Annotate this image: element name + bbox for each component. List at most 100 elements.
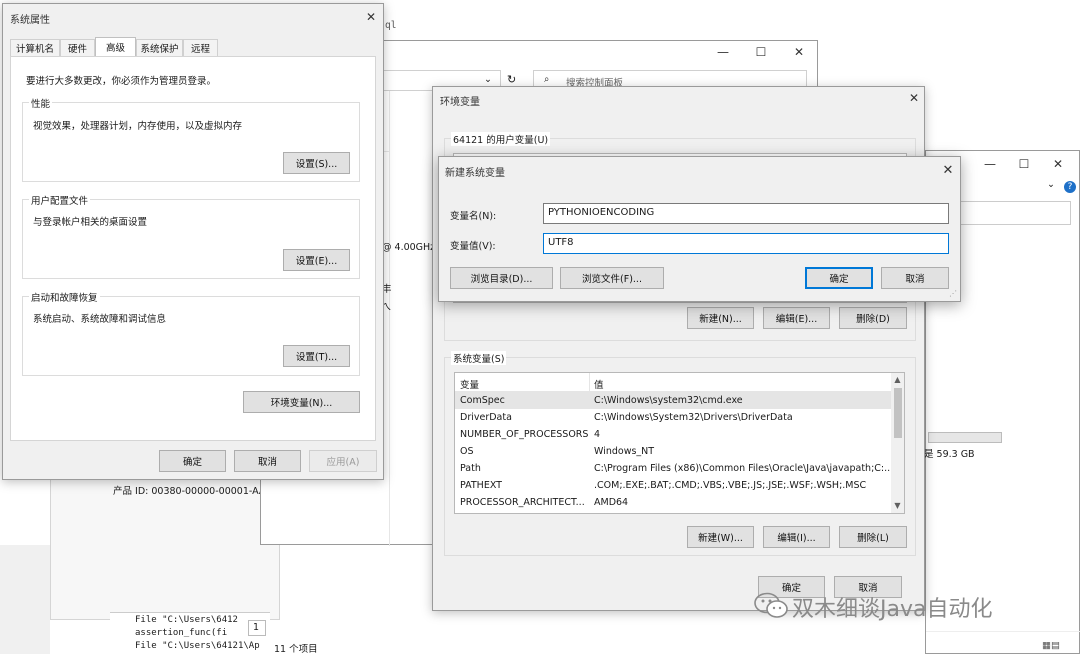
status-bar: ▦▤ [926, 631, 1080, 655]
startup-recovery-group: 启动和故障恢复 系统启动、系统故障和调试信息 设置(T)... [22, 290, 360, 376]
variable-value-cell: C:\Windows\system32\cmd.exe [594, 395, 743, 406]
maximize-icon[interactable]: ☐ [1012, 155, 1036, 173]
minimize-icon[interactable]: — [978, 155, 1002, 173]
tab-system-protection[interactable]: 系统保护 [136, 39, 183, 56]
resize-grip-icon[interactable]: ⋰ [949, 289, 957, 298]
variable-name-cell: OS [460, 446, 474, 457]
table-row[interactable]: ComSpec C:\Windows\system32\cmd.exe [455, 392, 891, 409]
product-id-text: 产品 ID: 00380-00000-00001-AA936 [113, 486, 284, 497]
maximize-icon[interactable]: ☐ [749, 43, 773, 61]
startup-settings-button[interactable]: 设置(T)... [283, 345, 350, 367]
tab-panel: 要进行大多数更改，你必须作为管理员登录。 性能 视觉效果，处理器计划，内存使用，… [10, 56, 376, 441]
chevron-down-icon[interactable]: ⌄ [484, 74, 492, 85]
column-divider[interactable] [589, 373, 590, 392]
system-delete-button[interactable]: 删除(L) [839, 526, 907, 548]
minimize-icon[interactable]: — [711, 43, 735, 61]
dialog-title: 新建系统变量 [445, 168, 505, 179]
variable-name-cell: DriverData [460, 412, 512, 423]
system-edit-button[interactable]: 编辑(I)... [763, 526, 830, 548]
performance-label: 性能 [29, 96, 53, 110]
table-row[interactable]: NUMBER_OF_PROCESSORS 4 [455, 426, 891, 443]
dialog-title: 环境变量 [440, 97, 480, 108]
performance-group: 性能 视觉效果，处理器计划，内存使用，以及虚拟内存 设置(S)... [22, 96, 360, 182]
user-profiles-label: 用户配置文件 [29, 193, 91, 207]
variable-value-input[interactable]: UTF8 [543, 233, 949, 254]
help-icon[interactable]: ? [1064, 181, 1076, 193]
apply-button: 应用(A) [309, 450, 377, 472]
refresh-icon[interactable]: ↻ [507, 73, 516, 86]
variable-name-cell: PATHEXT [460, 480, 502, 491]
system-variables-label: 系统变量(S) [451, 351, 507, 365]
table-row[interactable]: PROCESSOR_ARCHITECT... AMD64 [455, 494, 891, 511]
right-input[interactable] [956, 201, 1071, 225]
system-properties-dialog: 系统属性 ✕ 计算机名 硬件 高级 系统保护 远程 要进行大多数更改，你必须作为… [2, 3, 384, 480]
small-value-box: 1 [248, 620, 266, 636]
disk-free-text: 是 59.3 GB [924, 449, 975, 460]
wechat-icon [754, 592, 788, 618]
sidebar-divider [389, 91, 390, 546]
scrollbar-thumb[interactable] [894, 388, 902, 438]
tab-computer-name[interactable]: 计算机名 [10, 39, 60, 56]
variable-value-cell: C:\Windows\System32\Drivers\DriverData [594, 412, 793, 423]
tab-advanced[interactable]: 高级 [95, 37, 136, 56]
performance-desc: 视觉效果，处理器计划，内存使用，以及虚拟内存 [33, 121, 243, 132]
cpu-speed-text: @ 4.00GHz [382, 242, 436, 253]
table-row[interactable]: DriverData C:\Windows\System32\Drivers\Dr… [455, 409, 891, 426]
cancel-button[interactable]: 取消 [881, 267, 949, 289]
user-new-button[interactable]: 新建(N)... [687, 307, 754, 329]
table-row[interactable]: Path C:\Program Files (x86)\Common Files\… [455, 460, 893, 477]
close-icon[interactable]: ✕ [936, 161, 960, 179]
startup-recovery-label: 启动和故障恢复 [29, 290, 100, 304]
user-profiles-settings-button[interactable]: 设置(E)... [283, 249, 350, 271]
system-new-button[interactable]: 新建(W)... [687, 526, 754, 548]
console-line-2: assertion_func(fi [135, 628, 228, 638]
user-profiles-desc: 与登录帐户相关的桌面设置 [33, 217, 148, 228]
ok-button[interactable]: 确定 [805, 267, 873, 289]
admin-note: 要进行大多数更改，你必须作为管理员登录。 [26, 76, 217, 87]
scroll-up-icon[interactable]: ▲ [891, 373, 904, 386]
scroll-down-icon[interactable]: ▼ [891, 499, 904, 512]
table-row[interactable]: OS Windows_NT [455, 443, 891, 460]
tab-remote[interactable]: 远程 [183, 39, 218, 56]
chevron-down-icon[interactable]: ⌄ [1047, 179, 1055, 190]
close-icon[interactable]: ✕ [902, 89, 926, 107]
close-icon[interactable]: ✕ [359, 8, 383, 26]
item-count-text: 11 个项目 [274, 644, 318, 655]
browse-directory-button[interactable]: 浏览目录(D)... [450, 267, 553, 289]
watermark: 双木细谈Java自动化 [752, 586, 1052, 626]
list-header: 变量 值 [455, 373, 891, 392]
variable-name-cell: PROCESSOR_ARCHITECT... [460, 497, 585, 508]
user-profiles-group: 用户配置文件 与登录帐户相关的桌面设置 设置(E)... [22, 193, 360, 279]
background-left-gray [0, 545, 50, 654]
browse-file-button[interactable]: 浏览文件(F)... [560, 267, 664, 289]
system-variables-list[interactable]: 变量 值 ComSpec C:\Windows\system32\cmd.exe D… [454, 372, 905, 514]
tab-hardware[interactable]: 硬件 [60, 39, 95, 56]
cancel-button[interactable]: 取消 [234, 450, 301, 472]
close-icon[interactable]: ✕ [1046, 155, 1070, 173]
view-toggle-icon[interactable]: ▦▤ [1042, 640, 1060, 651]
code-fragment: ql [385, 20, 397, 31]
vertical-scrollbar[interactable]: ▲ ▼ [891, 373, 904, 513]
column-header-variable[interactable]: 变量 [460, 377, 479, 391]
system-variables-rows: ComSpec C:\Windows\system32\cmd.exe Driver… [455, 392, 893, 513]
variable-name-cell: NUMBER_OF_PROCESSORS [460, 429, 589, 440]
column-header-value[interactable]: 值 [594, 377, 604, 391]
table-row[interactable]: PATHEXT .COM;.EXE;.BAT;.CMD;.VBS;.VBE;.JS… [455, 477, 891, 494]
performance-settings-button[interactable]: 设置(S)... [283, 152, 350, 174]
variable-name-cell: ComSpec [460, 395, 505, 406]
user-edit-button[interactable]: 编辑(E)... [763, 307, 830, 329]
environment-variables-button[interactable]: 环境变量(N)... [243, 391, 360, 413]
variable-name-input[interactable]: PYTHONIOENCODING [543, 203, 949, 224]
console-line-3: File "C:\Users\64121\Ap [135, 641, 260, 651]
new-system-variable-dialog: 新建系统变量 ✕ 变量名(N): PYTHONIOENCODING 变量值(V)… [438, 156, 961, 302]
close-icon[interactable]: ✕ [787, 43, 811, 61]
ok-button[interactable]: 确定 [159, 450, 226, 472]
console-panel: File "C:\Users\6412 assertion_func(fi Fi… [110, 612, 270, 654]
search-icon: ⌕ [544, 74, 550, 85]
dialog-title: 系统属性 [10, 15, 50, 26]
user-delete-button[interactable]: 删除(D) [839, 307, 907, 329]
startup-recovery-desc: 系统启动、系统故障和调试信息 [33, 314, 167, 325]
variable-value-cell: Windows_NT [594, 446, 655, 457]
variable-name-label: 变量名(N): [450, 211, 497, 222]
tab-strip: 计算机名 硬件 高级 系统保护 远程 [10, 37, 380, 56]
